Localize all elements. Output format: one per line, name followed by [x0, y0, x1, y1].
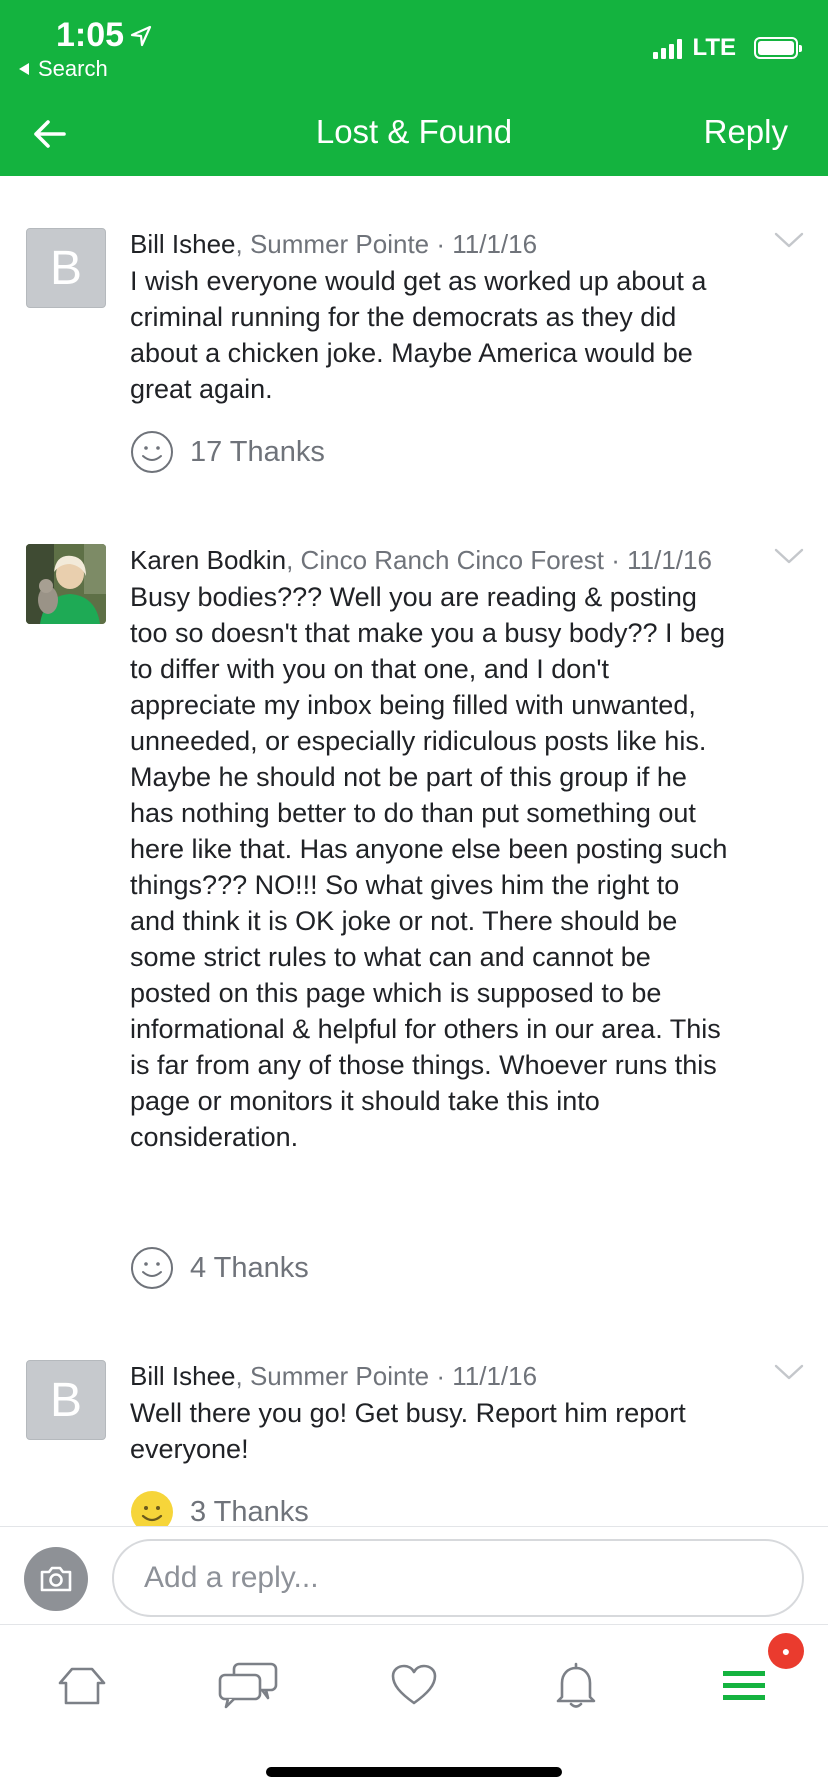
profile-photo-icon — [26, 544, 106, 624]
comment-body: Bill Ishee, Summer Pointe · 11/1/16 I wi… — [130, 228, 730, 407]
comment-body: Bill Ishee, Summer Pointe · 11/1/16 Well… — [130, 1360, 730, 1467]
comment-item: B Bill Ishee, Summer Pointe · 11/1/16 I … — [0, 228, 828, 488]
tab-home[interactable] — [52, 1655, 112, 1715]
avatar[interactable]: B — [26, 1360, 106, 1440]
thanks-button[interactable]: 17 Thanks — [130, 430, 325, 474]
status-time: 1:05 — [56, 16, 152, 55]
comment-item: B Bill Ishee, Summer Pointe · 11/1/16 We… — [0, 1360, 828, 1526]
location-arrow-icon — [130, 25, 152, 46]
bell-icon — [556, 1662, 596, 1708]
bottom-tab-bar: ● — [0, 1624, 828, 1792]
comment-text: Well there you go! Get busy. Report him … — [130, 1398, 686, 1464]
author-meta: , Cinco Ranch Cinco Forest · 11/1/16 — [286, 545, 712, 575]
chevron-down-icon[interactable] — [774, 548, 804, 566]
menu-icon — [723, 1671, 765, 1700]
avatar[interactable] — [26, 544, 106, 624]
comment-header: Karen Bodkin, Cinco Ranch Cinco Forest ·… — [130, 544, 730, 577]
battery-icon — [754, 37, 802, 59]
reply-composer — [0, 1526, 828, 1624]
home-indicator[interactable] — [266, 1767, 562, 1777]
signal-strength-icon — [653, 37, 683, 59]
status-indicators: LTE — [653, 34, 802, 62]
author-meta: , Summer Pointe · 11/1/16 — [235, 1361, 538, 1391]
reply-input[interactable] — [112, 1539, 804, 1617]
thanks-count: 17 Thanks — [190, 435, 325, 468]
avatar[interactable]: B — [26, 228, 106, 308]
author-name[interactable]: Bill Ishee — [130, 1361, 236, 1391]
thanks-count: 3 Thanks — [190, 1495, 309, 1527]
messages-icon — [218, 1662, 278, 1709]
status-time-text: 1:05 — [56, 16, 125, 54]
thanks-button[interactable]: 4 Thanks — [130, 1246, 309, 1290]
home-icon — [58, 1667, 106, 1705]
comment-body: Karen Bodkin, Cinco Ranch Cinco Forest ·… — [130, 544, 730, 1155]
avatar-letter: B — [49, 1373, 82, 1427]
thanks-button[interactable]: 3 Thanks — [130, 1490, 309, 1526]
notification-badge: ● — [768, 1633, 804, 1669]
status-back-to-app[interactable]: Search — [18, 56, 108, 82]
camera-button[interactable] — [24, 1547, 88, 1611]
tab-menu[interactable] — [714, 1655, 774, 1715]
comment-header: Bill Ishee, Summer Pointe · 11/1/16 — [130, 1360, 730, 1393]
tab-messages[interactable] — [216, 1655, 280, 1715]
comment-item: Karen Bodkin, Cinco Ranch Cinco Forest ·… — [0, 544, 828, 1304]
status-back-label: Search — [38, 56, 108, 81]
tab-favorites[interactable] — [384, 1655, 444, 1715]
thanks-count: 4 Thanks — [190, 1251, 309, 1284]
author-meta: , Summer Pointe · 11/1/16 — [235, 229, 538, 259]
comment-text: Busy bodies??? Well you are reading & po… — [130, 582, 728, 1152]
camera-icon — [40, 1566, 72, 1592]
smiley-icon — [131, 431, 173, 473]
comment-text: I wish everyone would get as worked up a… — [130, 266, 707, 404]
smiley-icon — [131, 1247, 173, 1289]
author-name[interactable]: Karen Bodkin — [130, 545, 286, 575]
smiley-thanked-icon — [131, 1491, 173, 1526]
app-header: 1:05 Search LTE Lost & Found Reply — [0, 0, 828, 176]
chevron-down-icon[interactable] — [774, 1364, 804, 1382]
chevron-down-icon[interactable] — [774, 232, 804, 250]
tab-notifications[interactable] — [546, 1655, 606, 1715]
reply-button[interactable]: Reply — [704, 113, 788, 151]
back-triangle-icon — [19, 63, 29, 75]
comment-header: Bill Ishee, Summer Pointe · 11/1/16 — [130, 228, 730, 261]
network-type: LTE — [692, 34, 736, 61]
avatar-letter: B — [49, 241, 82, 295]
author-name[interactable]: Bill Ishee — [130, 229, 236, 259]
heart-icon — [391, 1664, 437, 1705]
